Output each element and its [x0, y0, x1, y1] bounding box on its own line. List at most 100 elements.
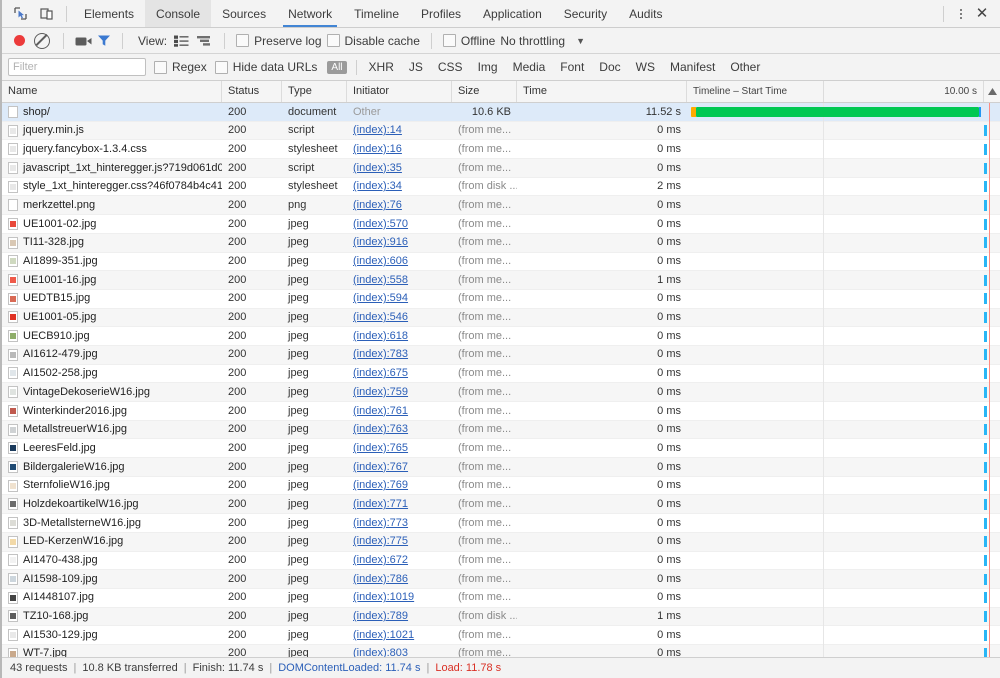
- table-row[interactable]: UE1001-05.jpg 200 jpeg (index):546 (from me.…: [2, 308, 1000, 328]
- table-row[interactable]: TZ10-168.jpg 200 jpeg (index):789 (from disk…: [2, 607, 1000, 627]
- cell-initiator[interactable]: (index):35: [347, 159, 452, 178]
- table-row[interactable]: UE1001-02.jpg 200 jpeg (index):570 (from me.…: [2, 214, 1000, 234]
- sort-ascending-icon[interactable]: [984, 81, 1000, 102]
- column-header-timeline[interactable]: Timeline – Start Time 10.00 s: [687, 81, 984, 102]
- cell-initiator[interactable]: (index):558: [347, 271, 452, 290]
- table-row[interactable]: LED-KerzenW16.jpg 200 jpeg (index):775 (from…: [2, 532, 1000, 552]
- table-row[interactable]: SternfolieW16.jpg 200 jpeg (index):769 (from…: [2, 476, 1000, 496]
- table-row[interactable]: VintageDekoserieW16.jpg 200 jpeg (index):75…: [2, 382, 1000, 402]
- disable-cache-checkbox[interactable]: Disable cache: [326, 34, 420, 48]
- table-row[interactable]: AI1502-258.jpg 200 jpeg (index):675 (from me…: [2, 364, 1000, 384]
- kebab-menu-icon[interactable]: [952, 4, 970, 24]
- table-row[interactable]: UEDTB15.jpg 200 jpeg (index):594 (from me...…: [2, 289, 1000, 309]
- table-row[interactable]: MetallstreuerW16.jpg 200 jpeg (index):763 (f…: [2, 420, 1000, 440]
- list-view-icon[interactable]: [172, 33, 190, 49]
- cell-initiator[interactable]: (index):786: [347, 570, 452, 589]
- filter-type-doc[interactable]: Doc: [596, 59, 623, 75]
- cell-initiator[interactable]: (index):546: [347, 308, 452, 327]
- table-row[interactable]: javascript_1xt_hinteregger.js?719d061d07…: [2, 158, 1000, 178]
- checkbox-box[interactable]: [236, 34, 250, 47]
- cell-initiator[interactable]: (index):916: [347, 233, 452, 252]
- close-icon[interactable]: ✕: [972, 4, 992, 24]
- table-row[interactable]: LeeresFeld.jpg 200 jpeg (index):765 (from me…: [2, 438, 1000, 459]
- filter-input[interactable]: [8, 58, 146, 76]
- filter-type-img[interactable]: Img: [475, 59, 501, 75]
- filter-type-css[interactable]: CSS: [435, 59, 466, 75]
- cell-initiator[interactable]: (index):14: [347, 121, 452, 140]
- table-row[interactable]: AI1530-129.jpg 200 jpeg (index):1021 (from m…: [2, 625, 1000, 645]
- cell-initiator[interactable]: (index):761: [347, 402, 452, 421]
- table-row[interactable]: jquery.min.js 200 script (index):14 (from me…: [2, 121, 1000, 141]
- column-header-initiator[interactable]: Initiator: [347, 81, 452, 102]
- table-row[interactable]: BildergalerieW16.jpg 200 jpeg (index):767 (f…: [2, 457, 1000, 477]
- table-row[interactable]: WT-7.jpg 200 jpeg (index):803 (from me... 0 m…: [2, 644, 1000, 657]
- filter-type-js[interactable]: JS: [406, 59, 426, 75]
- column-header-status[interactable]: Status: [222, 81, 282, 102]
- throttling-select[interactable]: No throttling: [500, 34, 565, 48]
- cell-initiator[interactable]: (index):675: [347, 364, 452, 383]
- table-row[interactable]: merkzettel.png 200 png (index):76 (from me..…: [2, 195, 1000, 216]
- offline-checkbox[interactable]: Offline: [442, 34, 495, 48]
- waterfall-view-icon[interactable]: [195, 33, 213, 49]
- cell-initiator[interactable]: (index):763: [347, 420, 452, 439]
- cell-initiator[interactable]: (index):771: [347, 495, 452, 514]
- device-toolbar-icon[interactable]: [36, 4, 56, 24]
- filter-type-font[interactable]: Font: [557, 59, 587, 75]
- checkbox-box[interactable]: [214, 60, 228, 74]
- cell-initiator[interactable]: (index):773: [347, 514, 452, 533]
- cell-initiator[interactable]: (index):783: [347, 345, 452, 364]
- regex-checkbox[interactable]: Regex: [154, 60, 207, 74]
- cell-initiator[interactable]: (index):16: [347, 140, 452, 159]
- cell-initiator[interactable]: (index):1021: [347, 626, 452, 645]
- tab-sources[interactable]: Sources: [211, 0, 277, 27]
- table-row[interactable]: 3D-MetallsterneW16.jpg 200 jpeg (index):773…: [2, 513, 1000, 533]
- cell-initiator[interactable]: (index):759: [347, 383, 452, 402]
- tab-application[interactable]: Application: [472, 0, 553, 27]
- column-header-name[interactable]: Name: [2, 81, 222, 102]
- cell-initiator[interactable]: (index):789: [347, 607, 452, 626]
- clear-icon[interactable]: [34, 32, 50, 49]
- cell-initiator[interactable]: (index):606: [347, 252, 452, 271]
- hide-data-urls-checkbox[interactable]: Hide data URLs: [214, 60, 317, 74]
- checkbox-box[interactable]: [154, 60, 167, 74]
- cell-initiator[interactable]: (index):775: [347, 532, 452, 551]
- cell-initiator[interactable]: (index):618: [347, 327, 452, 346]
- filter-type-media[interactable]: Media: [510, 59, 549, 75]
- filter-type-xhr[interactable]: XHR: [366, 59, 397, 75]
- tab-timeline[interactable]: Timeline: [343, 0, 410, 27]
- cell-initiator[interactable]: (index):1019: [347, 588, 452, 607]
- chevron-down-icon[interactable]: ▼: [576, 36, 585, 46]
- table-row[interactable]: TI11-328.jpg 200 jpeg (index):916 (from me..…: [2, 233, 1000, 253]
- tab-network[interactable]: Network: [277, 0, 343, 27]
- table-row[interactable]: Winterkinder2016.jpg 200 jpeg (index):761 (f…: [2, 401, 1000, 421]
- cell-initiator[interactable]: (index):803: [347, 644, 452, 657]
- filter-type-manifest[interactable]: Manifest: [667, 59, 718, 75]
- table-row[interactable]: jquery.fancybox-1.3.4.css 200 stylesheet (i…: [2, 139, 1000, 160]
- cell-initiator[interactable]: (index):34: [347, 177, 452, 196]
- cell-initiator[interactable]: (index):765: [347, 439, 452, 458]
- tab-security[interactable]: Security: [553, 0, 618, 27]
- cell-initiator[interactable]: (index):672: [347, 551, 452, 570]
- table-row[interactable]: AI1598-109.jpg 200 jpeg (index):786 (from me…: [2, 569, 1000, 589]
- tab-elements[interactable]: Elements: [73, 0, 145, 27]
- cell-initiator[interactable]: (index):570: [347, 215, 452, 234]
- table-row[interactable]: UE1001-16.jpg 200 jpeg (index):558 (from me.…: [2, 270, 1000, 290]
- record-button-icon[interactable]: [14, 35, 25, 46]
- preserve-log-checkbox[interactable]: Preserve log: [236, 34, 322, 48]
- checkbox-box[interactable]: [442, 34, 456, 47]
- camera-icon[interactable]: [75, 35, 92, 47]
- checkbox-box[interactable]: [326, 34, 340, 47]
- table-row[interactable]: shop/200 document Other 10.6 KB 11.52 s: [2, 103, 1000, 122]
- table-row[interactable]: AI1899-351.jpg 200 jpeg (index):606 (from me…: [2, 252, 1000, 272]
- table-row[interactable]: AI1470-438.jpg 200 jpeg (index):672 (from me…: [2, 551, 1000, 571]
- cell-initiator[interactable]: (index):769: [347, 476, 452, 495]
- column-header-time[interactable]: Time: [517, 81, 687, 102]
- filter-funnel-icon[interactable]: [97, 34, 111, 47]
- filter-type-other[interactable]: Other: [727, 59, 763, 75]
- table-row[interactable]: AI1448107.jpg 200 jpeg (index):1019 (from me…: [2, 588, 1000, 608]
- tab-audits[interactable]: Audits: [618, 0, 673, 27]
- tab-profiles[interactable]: Profiles: [410, 0, 472, 27]
- table-row[interactable]: HolzdekoartikelW16.jpg 200 jpeg (index):771…: [2, 494, 1000, 515]
- inspect-element-icon[interactable]: [10, 4, 30, 24]
- table-body[interactable]: shop/200 document Other 10.6 KB 11.52 s jquer…: [2, 103, 1000, 657]
